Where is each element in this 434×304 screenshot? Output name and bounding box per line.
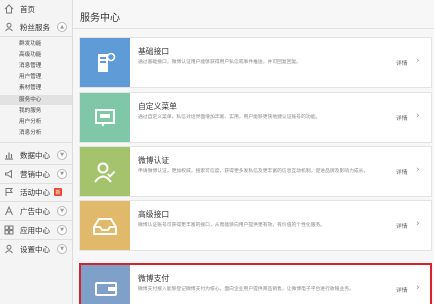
sidebar-item-ads[interactable]: 广告中心 ▼ xyxy=(0,202,73,220)
ad-icon xyxy=(4,206,14,216)
service-card-weibo-verify[interactable]: 微博认证 申请微博认证，更加权威，搜索可信度，获得更多发私信及更丰富的信息互动机… xyxy=(79,146,432,197)
card-title: 微博支付 xyxy=(138,274,170,283)
apps-icon xyxy=(4,225,14,235)
chevron-down-icon[interactable]: ▼ xyxy=(57,206,67,216)
sidebar-subitem-active[interactable]: 服务中心 xyxy=(0,95,72,105)
sidebar-subitem[interactable]: 用户分析 xyxy=(0,117,72,127)
chat-window-icon xyxy=(95,108,115,127)
service-card-advanced-api[interactable]: 高级接口 微博认证账号可获得更丰富的接口，从而能够向用户提供更有效，有价值的个性… xyxy=(79,200,432,251)
detail-link[interactable]: 详情 xyxy=(396,58,408,67)
sidebar-subitem[interactable]: 我的服务 xyxy=(0,106,72,116)
chevron-down-icon[interactable]: ▼ xyxy=(57,244,67,254)
service-card-basic-api[interactable]: 基础接口 通过基础接口，微博认证用户能够获得用户私信或事件推送，并可回复回复。 … xyxy=(79,37,432,88)
sidebar-item-activity[interactable]: 活动中心 新 xyxy=(0,183,73,201)
thumb xyxy=(80,38,130,87)
sidebar-item-label: 首页 xyxy=(20,4,35,14)
divider xyxy=(0,36,72,37)
detail-link[interactable]: 详情 xyxy=(396,285,408,294)
settings-user-icon xyxy=(4,244,14,254)
card-title: 高级接口 xyxy=(138,210,170,219)
server-gear-icon xyxy=(98,52,116,72)
tray-icon xyxy=(93,217,117,235)
service-card-weibo-pay[interactable]: 微博支付 微博支付接入能够登记微博支付为核心，面向企业用户提供商品销售，让微博电… xyxy=(79,263,432,304)
sidebar-item-label: 设置中心 xyxy=(20,244,50,254)
sidebar-item-data[interactable]: 数据中心 ▼ xyxy=(0,146,73,164)
chevron-right-icon[interactable]: › xyxy=(416,219,420,229)
thumb xyxy=(80,147,130,196)
chevron-down-icon[interactable]: ▼ xyxy=(57,150,67,160)
chart-icon xyxy=(4,150,14,160)
page-title: 服务中心 xyxy=(80,13,120,24)
divider xyxy=(73,28,434,29)
sidebar-subitem[interactable]: 消息分析 xyxy=(0,128,72,138)
main-content: 服务中心 基础接口 通过基础接口，微博认证用户能够获得用户私信或事件推送，并可回… xyxy=(73,0,434,304)
megaphone-icon xyxy=(4,169,14,179)
sidebar-item-label: 活动中心 xyxy=(20,187,50,197)
card-title: 微博认证 xyxy=(138,156,170,165)
thumb xyxy=(80,201,130,250)
sidebar-subitem[interactable]: 群发功能 xyxy=(0,39,72,49)
sidebar-subitem[interactable]: 素材管理 xyxy=(0,83,72,93)
card-description: 通过自定义菜单，私信对话界面增加丰富、实用，用户能够更快地捷认证账号的功能。 xyxy=(138,115,321,120)
card-description: 微博支付接入能够登记微博支付为核心，面向企业用户提供商品销售，让微博电子平台进行… xyxy=(138,287,354,292)
sidebar-item-fans[interactable]: 粉丝服务 ▲ xyxy=(0,18,73,36)
card-title: 基础接口 xyxy=(138,47,170,56)
sidebar-subitem[interactable]: 消息管理 xyxy=(0,61,72,71)
new-badge: 新 xyxy=(54,188,62,196)
thumb xyxy=(80,93,130,142)
divider xyxy=(0,142,72,143)
chevron-right-icon[interactable]: › xyxy=(416,165,420,175)
wallet-icon xyxy=(94,281,117,296)
sidebar-item-home[interactable]: 首页 xyxy=(0,0,73,18)
sidebar: 首页 粉丝服务 ▲ 群发功能 高级功能 消息管理 用户管理 素材管理 服务中心 … xyxy=(0,0,73,304)
chevron-right-icon[interactable]: › xyxy=(416,56,420,66)
sidebar-item-label: 营销中心 xyxy=(20,169,50,179)
chevron-right-icon[interactable]: › xyxy=(416,111,420,121)
sidebar-item-label: 数据中心 xyxy=(20,150,50,160)
chevron-up-icon[interactable]: ▲ xyxy=(57,22,67,32)
sidebar-item-apps[interactable]: 应用中心 ▼ xyxy=(0,221,73,239)
sidebar-item-label: 应用中心 xyxy=(20,225,50,235)
card-description: 通过基础接口，微博认证用户能够获得用户私信或事件推送，并可回复回复。 xyxy=(138,60,302,65)
sidebar-item-label: 广告中心 xyxy=(20,206,50,216)
chevron-down-icon[interactable]: ▼ xyxy=(57,225,67,235)
sidebar-subitem[interactable]: 高级功能 xyxy=(0,50,72,60)
sidebar-item-settings[interactable]: 设置中心 ▼ xyxy=(0,240,73,258)
service-card-custom-menu[interactable]: 自定义菜单 通过自定义菜单，私信对话界面增加丰富、实用，用户能够更快地捷认证账号… xyxy=(79,92,432,143)
chevron-down-icon[interactable]: ▼ xyxy=(57,169,67,179)
sidebar-item-label: 粉丝服务 xyxy=(20,22,50,32)
home-icon xyxy=(4,4,14,14)
card-description: 微博认证账号可获得更丰富的接口，从而能够向用户提供更有效，有价值的个性化服务。 xyxy=(138,223,326,228)
user-icon xyxy=(4,22,14,32)
chevron-right-icon[interactable]: › xyxy=(416,283,420,293)
sidebar-item-marketing[interactable]: 营销中心 ▼ xyxy=(0,165,73,183)
verified-user-icon xyxy=(94,162,116,183)
card-description: 申请微博认证，更加权威，搜索可信度，获得更多发私信及更丰富的信息互动机制，促进品… xyxy=(138,169,369,174)
detail-link[interactable]: 详情 xyxy=(396,221,408,230)
sidebar-subitem[interactable]: 用户管理 xyxy=(0,72,72,82)
card-title: 自定义菜单 xyxy=(138,102,177,111)
thumb xyxy=(81,265,130,304)
flag-icon xyxy=(4,187,14,197)
detail-link[interactable]: 详情 xyxy=(396,113,408,122)
detail-link[interactable]: 详情 xyxy=(396,167,408,176)
